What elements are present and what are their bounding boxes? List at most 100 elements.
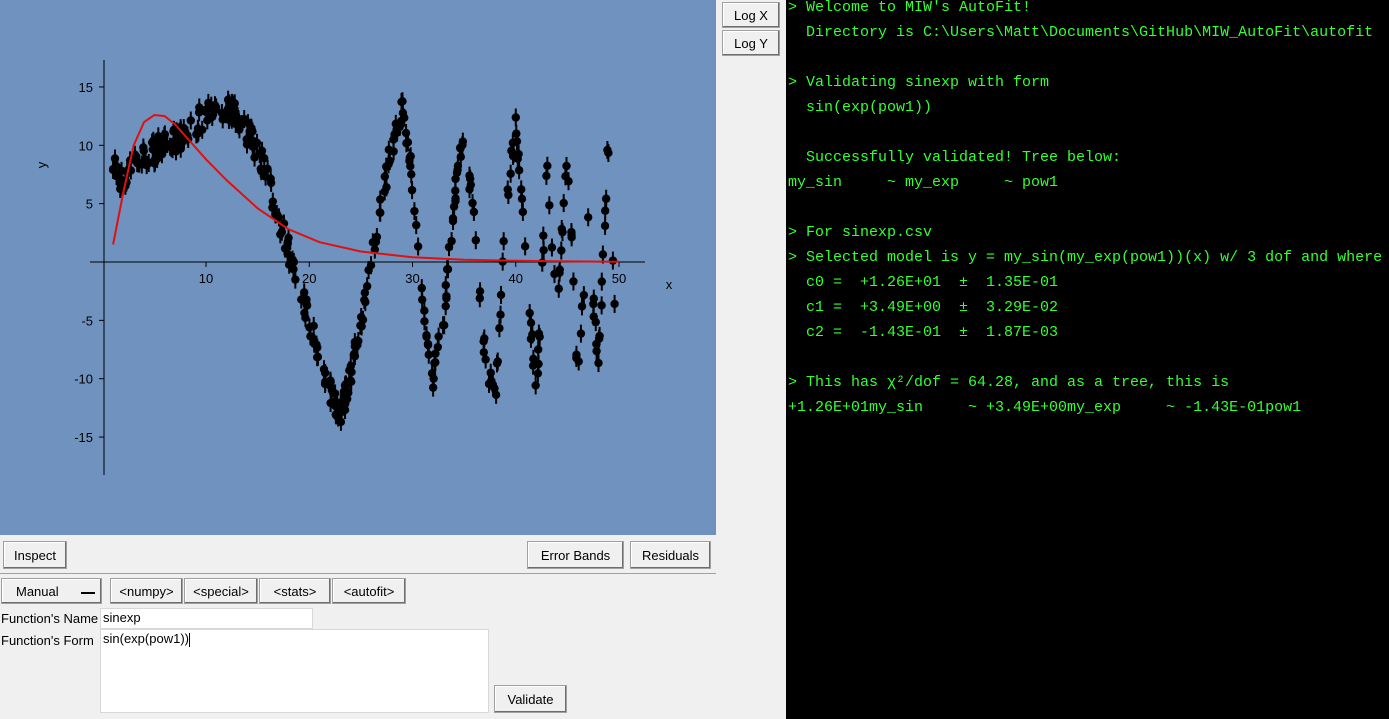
data-point [480, 334, 489, 343]
data-point [558, 227, 567, 237]
data-point [326, 376, 335, 385]
data-point [509, 149, 518, 159]
console-line: c2 = -1.43E-01 ± 1.87E-03 [788, 324, 1059, 341]
console-line: > Selected model is y = my_sin(my_exp(po… [788, 249, 1383, 266]
y-tick-label: -5 [81, 313, 93, 328]
data-point [554, 284, 563, 293]
data-point [465, 171, 474, 180]
special-button[interactable]: <special> [184, 578, 258, 604]
numpy-button[interactable]: <numpy> [110, 578, 183, 604]
data-point [169, 127, 178, 136]
console-line: +1.26E+01my_sin ~ +3.49E+00my_exp ~ -1.4… [788, 399, 1302, 416]
data-point [506, 169, 515, 178]
data-point [491, 390, 501, 400]
data-point [247, 124, 256, 133]
data-point [360, 295, 369, 305]
data-point [417, 295, 427, 304]
data-point [439, 320, 449, 330]
data-point [511, 113, 520, 122]
data-point [520, 242, 530, 251]
output-console[interactable]: > Welcome to MIW's AutoFit! Directory is… [786, 0, 1389, 719]
console-line: c1 = +3.49E+00 ± 3.29E-02 [788, 299, 1059, 316]
mode-label: Manual [16, 583, 59, 599]
data-point [266, 174, 275, 183]
data-point [326, 398, 335, 408]
data-point [291, 275, 300, 284]
function-name-label: Function's Name [1, 611, 99, 626]
data-point [597, 277, 606, 286]
data-point [442, 294, 451, 303]
separator [0, 573, 716, 574]
data-point [538, 258, 547, 267]
y-tick-label: -10 [74, 372, 93, 387]
data-point [589, 294, 598, 303]
data-point [194, 108, 204, 117]
data-point [576, 329, 586, 338]
data-point [382, 183, 391, 192]
data-point [356, 321, 365, 330]
y-tick-label: 10 [79, 138, 93, 153]
data-point [539, 231, 548, 240]
data-point [503, 185, 512, 194]
inspect-button[interactable]: Inspect [3, 541, 67, 569]
data-point [564, 177, 573, 186]
data-point [375, 208, 385, 217]
data-point [569, 277, 578, 286]
data-point [496, 310, 505, 319]
function-name-input[interactable]: sinexp [100, 608, 313, 629]
console-line: c0 = +1.26E+01 ± 1.35E-01 [788, 274, 1059, 291]
data-point [493, 357, 502, 366]
log-y-button[interactable]: Log Y [722, 30, 780, 56]
y-axis-label: y [34, 161, 49, 168]
function-form-textarea[interactable]: sin(exp(pow1)) [100, 629, 489, 713]
console-line: Directory is C:\Users\Matt\Documents\Git… [788, 24, 1374, 41]
data-point [475, 287, 485, 296]
data-point [579, 290, 589, 300]
mode-menubutton[interactable]: Manual [1, 578, 102, 604]
data-point [601, 206, 610, 215]
data-point [235, 125, 244, 134]
log-x-button[interactable]: Log X [722, 2, 780, 28]
data-point [154, 141, 163, 150]
data-point [350, 342, 360, 351]
data-point [139, 143, 148, 152]
console-line: Successfully validated! Tree below: [788, 149, 1122, 166]
stats-button[interactable]: <stats> [259, 578, 331, 604]
data-point [559, 198, 568, 208]
data-point [410, 206, 419, 216]
data-point [498, 257, 507, 266]
data-point [526, 318, 536, 328]
data-point [242, 140, 252, 149]
data-point [458, 140, 467, 150]
autofit-button[interactable]: <autofit> [332, 578, 406, 604]
data-point [389, 135, 398, 144]
data-point [451, 186, 460, 195]
function-form-label: Function's Form [1, 633, 94, 648]
data-point [341, 399, 350, 408]
plot-panel[interactable]: 10 20 30 40 50 15 10 5 -5 -10 -15 x y [0, 0, 716, 535]
data-point [362, 282, 372, 291]
error-bands-button[interactable]: Error Bands [527, 541, 624, 569]
data-point [518, 207, 528, 217]
data-point [240, 114, 249, 124]
data-point [486, 368, 495, 377]
residuals-button[interactable]: Residuals [630, 541, 711, 569]
data-point [284, 260, 294, 269]
data-point [400, 113, 409, 122]
x-tick-label: 40 [509, 271, 523, 286]
data-point [456, 152, 465, 162]
data-point [495, 324, 504, 333]
validate-button[interactable]: Validate [494, 685, 567, 713]
data-point [465, 185, 474, 194]
data-point [526, 334, 536, 344]
data-point [277, 227, 287, 236]
data-point [186, 116, 195, 125]
data-point [600, 221, 610, 231]
data-point [428, 383, 438, 392]
data-point [542, 171, 551, 181]
data-point [208, 112, 217, 122]
data-point [547, 243, 557, 252]
data-point [597, 301, 606, 310]
data-point [178, 137, 187, 146]
y-tick-label: 5 [86, 197, 93, 212]
